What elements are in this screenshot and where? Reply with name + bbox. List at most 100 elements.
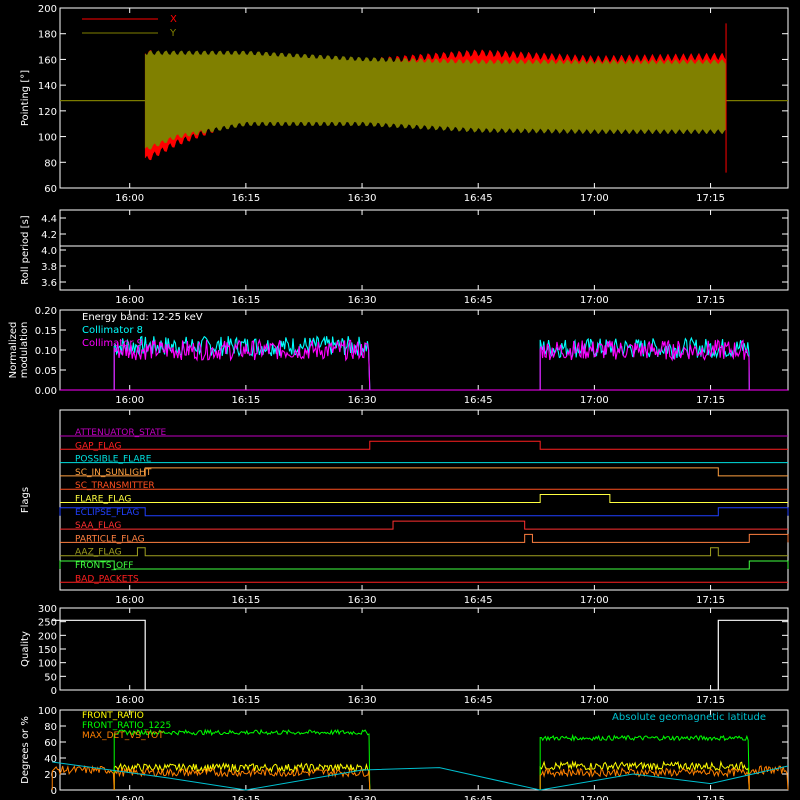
multi-panel-chart: 16:00 16:15 16:30 16:45 17:00 17:15 60 80 100 120… bbox=[8, 4, 789, 800]
flag-line bbox=[60, 440, 788, 450]
flag-label: FRONTS_OFF bbox=[75, 561, 133, 571]
x-tick-label: 16:30 bbox=[348, 695, 377, 706]
x-tick-label: 16:30 bbox=[348, 595, 377, 606]
y-tick-label: 80 bbox=[44, 158, 57, 169]
x-tick-label: 16:45 bbox=[464, 695, 493, 706]
legend-collimator-8: Collimator 8 bbox=[82, 325, 143, 336]
x-tick-label: 16:00 bbox=[115, 595, 144, 606]
flag-label: PARTICLE_FLAG bbox=[75, 534, 145, 544]
x-tick-label: 17:15 bbox=[696, 695, 725, 706]
flag-label: FLARE_FLAG bbox=[75, 495, 131, 505]
x-tick-label: 17:00 bbox=[580, 193, 609, 204]
modulation-series-c9 bbox=[539, 339, 750, 391]
y-tick-label: 200 bbox=[38, 631, 57, 642]
y-tick-label: 180 bbox=[38, 30, 57, 41]
x-tick-label: 17:00 bbox=[580, 295, 609, 306]
x-tick-label: 16:15 bbox=[231, 595, 260, 606]
y-tick-label: 0.10 bbox=[35, 346, 57, 357]
quality-line bbox=[52, 619, 788, 691]
y-tick-label: 0.20 bbox=[35, 306, 57, 317]
x-tick-label: 16:30 bbox=[348, 295, 377, 306]
y-tick-label: 120 bbox=[38, 107, 57, 118]
x-tick-label: 16:00 bbox=[115, 295, 144, 306]
flag-label: GAP_FLAG bbox=[75, 441, 121, 451]
ratio-series bbox=[748, 765, 789, 791]
x-tick-label: 17:00 bbox=[580, 695, 609, 706]
x-tick-label: 17:00 bbox=[580, 595, 609, 606]
legend-front-ratio-1225: FRONT_RATIO_1225 bbox=[82, 721, 171, 731]
x-tick-label: 16:00 bbox=[115, 695, 144, 706]
flag-label: SC_TRANSMITTER bbox=[75, 481, 155, 491]
y-axis-label: Roll period [s] bbox=[20, 215, 31, 284]
legend-front-ratio: FRONT_RATIO bbox=[82, 711, 144, 721]
x-tick-label: 16:00 bbox=[115, 795, 144, 800]
y-tick-label: 140 bbox=[38, 81, 57, 92]
x-tick-label: 16:15 bbox=[231, 295, 260, 306]
y-axis-label: Flags bbox=[20, 487, 31, 513]
y-tick-label: 4.4 bbox=[41, 214, 57, 225]
y-tick-label: 0.15 bbox=[35, 326, 57, 337]
y-tick-label: 160 bbox=[38, 55, 57, 66]
flag-label: POSSIBLE_FLARE bbox=[75, 455, 152, 465]
x-tick-label: 16:45 bbox=[464, 395, 493, 406]
y-tick-label: 80 bbox=[44, 722, 57, 733]
x-tick-label: 17:15 bbox=[696, 395, 725, 406]
y-axis-label: Quality bbox=[20, 631, 31, 667]
x-tick-label: 17:15 bbox=[696, 193, 725, 204]
panel-frame bbox=[59, 409, 789, 591]
legend-label-x: X bbox=[170, 14, 177, 25]
ratio-series bbox=[539, 767, 750, 791]
flag-label: ECLIPSE_FLAG bbox=[75, 508, 139, 518]
y-tick-label: 250 bbox=[38, 618, 57, 629]
legend-collimator-9: Collimator 9 bbox=[82, 338, 143, 349]
flag-line bbox=[60, 494, 788, 503]
x-tick-label: 16:45 bbox=[464, 795, 493, 800]
y-tick-label: 4.0 bbox=[41, 246, 57, 257]
x-tick-label: 16:15 bbox=[231, 395, 260, 406]
energy-band-label: Energy band: 12-25 keV bbox=[82, 312, 203, 323]
ratio-series bbox=[113, 766, 371, 791]
y-tick-label: 0 bbox=[51, 786, 57, 797]
x-tick-label: 16:30 bbox=[348, 395, 377, 406]
y-tick-label: 60 bbox=[44, 184, 57, 195]
y-tick-label: 4.2 bbox=[41, 230, 57, 241]
panel-frame bbox=[59, 607, 789, 691]
x-tick-label: 16:30 bbox=[348, 193, 377, 204]
y-tick-label: 50 bbox=[44, 672, 57, 683]
y-tick-label: 3.6 bbox=[41, 278, 57, 289]
y-tick-label: 0.05 bbox=[35, 366, 57, 377]
y-tick-label: 100 bbox=[38, 133, 57, 144]
geomagnetic-latitude-line bbox=[52, 761, 789, 791]
flag-label: ATTENUATOR_STATE bbox=[75, 428, 167, 438]
pointing-series-y bbox=[144, 50, 727, 150]
modulation-series-c9 bbox=[113, 338, 371, 391]
y-tick-label: 40 bbox=[44, 754, 57, 765]
x-tick-label: 16:45 bbox=[464, 595, 493, 606]
x-tick-label: 16:15 bbox=[231, 193, 260, 204]
y-tick-label: 100 bbox=[38, 706, 57, 717]
flag-label: AAZ_FLAG bbox=[75, 548, 122, 558]
flag-line bbox=[60, 467, 788, 477]
x-tick-label: 16:30 bbox=[348, 795, 377, 800]
x-tick-label: 17:15 bbox=[696, 295, 725, 306]
y-tick-label: 0.00 bbox=[35, 386, 57, 397]
y-axis-label: Pointing [°] bbox=[20, 70, 31, 126]
flag-line bbox=[60, 520, 788, 530]
flag-label: BAD_PACKETS bbox=[75, 574, 139, 584]
y-tick-label: 0 bbox=[51, 686, 57, 697]
flag-label: SAA_FLAG bbox=[75, 521, 121, 531]
y-tick-label: 20 bbox=[44, 770, 57, 781]
flag-line bbox=[59, 507, 789, 517]
x-tick-label: 17:15 bbox=[696, 795, 725, 800]
flag-line bbox=[60, 547, 788, 557]
x-tick-label: 16:15 bbox=[231, 795, 260, 800]
x-tick-label: 17:00 bbox=[580, 395, 609, 406]
x-tick-label: 16:45 bbox=[464, 193, 493, 204]
legend-label-y: Y bbox=[169, 28, 177, 39]
x-tick-label: 16:00 bbox=[115, 193, 144, 204]
y-tick-label: 100 bbox=[38, 659, 57, 670]
flag-label: SC_IN_SUNLIGHT bbox=[75, 468, 152, 478]
y-axis-label: Degrees or % bbox=[20, 716, 31, 784]
x-tick-label: 16:45 bbox=[464, 295, 493, 306]
ratio-series bbox=[113, 762, 371, 791]
